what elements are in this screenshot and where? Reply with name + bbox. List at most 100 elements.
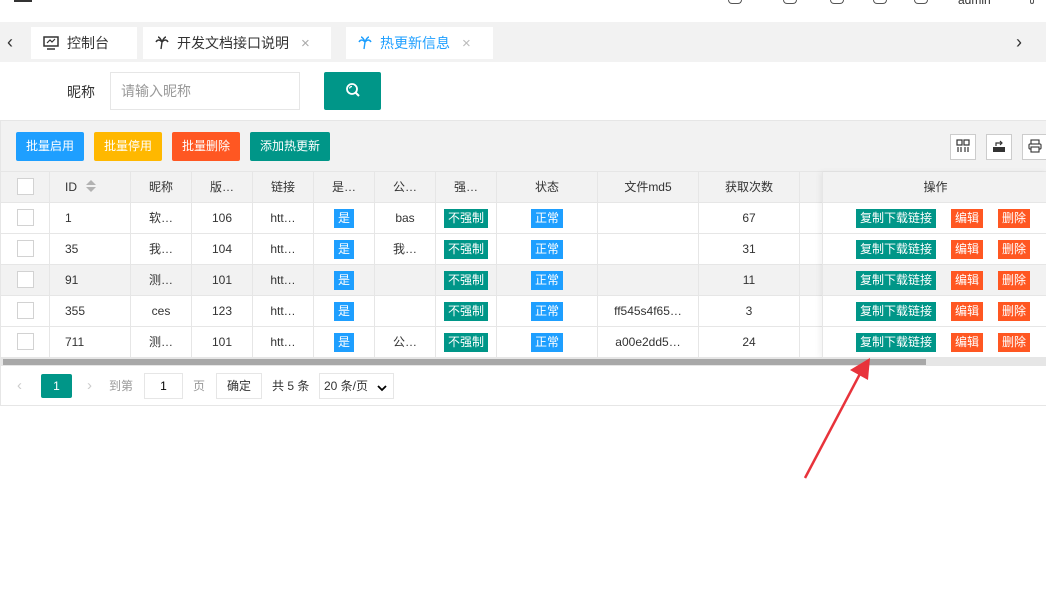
cell-id: 711 (50, 327, 131, 357)
is-badge: 是 (333, 271, 354, 291)
add-hot-update-button[interactable]: 添加热更新 (250, 132, 331, 161)
close-icon[interactable]: × (462, 35, 471, 52)
cell-nickname: 我… (131, 234, 192, 264)
cell-fetch-count: 11 (699, 265, 800, 295)
next-page-button[interactable]: › (87, 374, 92, 398)
copy-download-link-button[interactable]: 复制下载链接 (856, 240, 937, 259)
cell-version: 104 (192, 234, 253, 264)
tabs-scroll-left-button[interactable]: ‹ (0, 22, 20, 62)
cell-version: 123 (192, 296, 253, 326)
annotation-arrow (803, 358, 870, 479)
select-all-checkbox[interactable] (16, 178, 34, 196)
columns-filter-button[interactable] (950, 134, 976, 160)
close-icon[interactable]: × (301, 35, 310, 52)
batch-enable-button[interactable]: 批量启用 (16, 132, 85, 161)
more-icon[interactable] (1030, 0, 1034, 4)
header-status: 状态 (497, 172, 598, 202)
edit-button[interactable]: 编辑 (951, 240, 984, 259)
cell-is: 是 (314, 234, 375, 264)
search-icon (345, 82, 361, 101)
force-badge: 不强制 (443, 240, 488, 260)
row-actions: 复制下载链接 编辑 删除 (823, 265, 1046, 296)
menu-toggle-icon[interactable] (14, 0, 32, 3)
data-table: 批量启用 批量停用 批量删除 添加热更新 ID 昵称 版… 链接 是… 公… 强… (0, 120, 1046, 406)
batch-disable-button[interactable]: 批量停用 (94, 132, 163, 161)
row-checkbox[interactable] (16, 240, 34, 258)
row-checkbox[interactable] (16, 271, 34, 289)
header-public: 公… (375, 172, 436, 202)
delete-button[interactable]: 删除 (998, 333, 1031, 352)
header-version: 版… (192, 172, 253, 202)
page-1-button[interactable]: 1 (41, 374, 72, 398)
goto-confirm-button[interactable]: 确定 (216, 373, 263, 399)
pagination: ‹ 1 › 到第 页 确定 共 5 条 20 条/页 (1, 365, 1046, 407)
header-nickname: 昵称 (131, 172, 192, 202)
copy-download-link-button[interactable]: 复制下载链接 (856, 302, 937, 321)
tab-label: 开发文档接口说明 (177, 35, 289, 51)
edit-button[interactable]: 编辑 (951, 302, 984, 321)
header-id[interactable]: ID (50, 172, 131, 202)
refresh-icon[interactable] (728, 0, 742, 4)
status-badge: 正常 (530, 240, 563, 260)
row-checkbox[interactable] (16, 209, 34, 227)
delete-button[interactable]: 删除 (998, 209, 1031, 228)
header-id-label: ID (65, 180, 77, 194)
row-checkbox-cell (1, 234, 50, 264)
cell-id: 91 (50, 265, 131, 295)
row-actions: 复制下载链接 编辑 删除 (823, 296, 1046, 327)
search-button[interactable] (324, 72, 381, 110)
edit-button[interactable]: 编辑 (951, 209, 984, 228)
sort-icon[interactable] (86, 173, 97, 202)
force-badge: 不强制 (443, 333, 488, 353)
row-checkbox[interactable] (16, 333, 34, 351)
cell-md5: ff545s4f65… (598, 296, 699, 326)
tab-label: 控制台 (67, 35, 109, 51)
delete-button[interactable]: 删除 (998, 271, 1031, 290)
page-size-select[interactable]: 20 条/页 (319, 373, 394, 399)
row-checkbox-cell (1, 327, 50, 357)
user-name[interactable]: admin (958, 0, 991, 7)
print-icon (1028, 138, 1042, 156)
tabs-bar: ‹ 控制台 开发文档接口说明 × 热更新信息 × › (0, 22, 1046, 62)
cell-public: 我… (375, 234, 436, 264)
export-button[interactable] (986, 134, 1012, 160)
select-all-checkbox-cell (1, 172, 50, 202)
status-badge: 正常 (530, 302, 563, 322)
cell-version: 101 (192, 265, 253, 295)
tabs-scroll-right-button[interactable]: › (1009, 22, 1029, 62)
note-icon[interactable] (873, 0, 887, 4)
fullscreen-icon[interactable] (914, 0, 928, 4)
copy-download-link-button[interactable]: 复制下载链接 (856, 209, 937, 228)
nickname-search-input[interactable] (110, 72, 300, 110)
cell-md5 (598, 203, 699, 233)
edit-button[interactable]: 编辑 (951, 271, 984, 290)
cell-fetch-count: 31 (699, 234, 800, 264)
goto-page-input[interactable] (144, 373, 183, 399)
is-badge: 是 (333, 302, 354, 322)
prev-page-button[interactable]: ‹ (17, 374, 22, 398)
copy-download-link-button[interactable]: 复制下载链接 (856, 271, 937, 290)
notice-icon[interactable] (783, 0, 797, 4)
edit-button[interactable]: 编辑 (951, 333, 984, 352)
cell-id: 1 (50, 203, 131, 233)
page-size-value: 20 条/页 (324, 379, 369, 393)
cell-id: 35 (50, 234, 131, 264)
columns-icon (956, 138, 970, 156)
cell-md5: a00e2dd5… (598, 327, 699, 357)
row-checkbox-cell (1, 296, 50, 326)
delete-button[interactable]: 删除 (998, 240, 1031, 259)
cell-public: bas (375, 203, 436, 233)
cell-nickname: 测… (131, 265, 192, 295)
cell-force: 不强制 (436, 296, 497, 326)
tab-hot-update[interactable]: 热更新信息 × (346, 27, 493, 59)
header-md5: 文件md5 (598, 172, 699, 202)
theme-icon[interactable] (830, 0, 844, 4)
delete-button[interactable]: 删除 (998, 302, 1031, 321)
tab-dev-docs[interactable]: 开发文档接口说明 × (143, 27, 331, 59)
batch-delete-button[interactable]: 批量删除 (172, 132, 241, 161)
tab-console[interactable]: 控制台 (31, 27, 137, 59)
is-badge: 是 (333, 333, 354, 353)
print-button[interactable] (1022, 134, 1046, 160)
row-checkbox[interactable] (16, 302, 34, 320)
cell-id: 355 (50, 296, 131, 326)
